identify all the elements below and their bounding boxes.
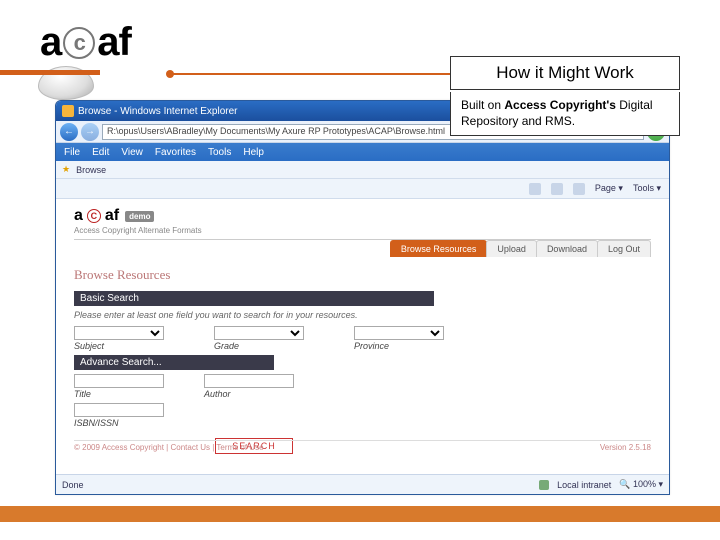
menu-file[interactable]: File	[64, 147, 80, 158]
advance-fields-row2: ISBN/ISSN	[74, 403, 651, 428]
menu-favorites[interactable]: Favorites	[155, 147, 196, 158]
field-author: Author	[204, 374, 294, 399]
address-text: R:\opus\Users\ABradley\My Documents\My A…	[107, 126, 445, 136]
status-zone: Local intranet	[557, 480, 611, 490]
advance-search-header[interactable]: Advance Search...	[74, 355, 274, 370]
title-label: Title	[74, 389, 164, 399]
logo-letter-a: a	[40, 20, 61, 65]
tools-menu-label: Tools	[633, 183, 654, 193]
field-isbn: ISBN/ISSN	[74, 403, 164, 428]
field-subject: Subject	[74, 326, 164, 351]
feed-icon[interactable]	[551, 183, 563, 195]
app-logo-c-icon: C	[87, 209, 101, 223]
zoom-label[interactable]: 🔍 100% ▾	[619, 479, 663, 490]
forward-button[interactable]: →	[81, 123, 99, 141]
ie-window: Browse - Windows Internet Explorer ← → R…	[55, 100, 670, 495]
zoom-value: 100%	[633, 479, 656, 489]
page-title: Browse Resources	[74, 267, 651, 283]
app-footer: © 2009 Access Copyright | Contact Us | T…	[74, 440, 651, 452]
ie-links-bar: ★ Browse	[56, 161, 669, 179]
menu-view[interactable]: View	[121, 147, 143, 158]
status-right: Local intranet 🔍 100% ▾	[539, 479, 663, 490]
basic-search-hint: Please enter at least one field you want…	[74, 310, 651, 320]
ie-statusbar: Done Local intranet 🔍 100% ▾	[56, 474, 669, 494]
tab-download[interactable]: Download	[536, 240, 598, 257]
home-icon[interactable]	[529, 183, 541, 195]
page-content: a C af demo Access Copyright Alternate F…	[56, 199, 669, 474]
subhead-bold: Access Copyright's	[504, 98, 616, 112]
tab-label[interactable]: Browse	[76, 165, 106, 175]
tab-upload[interactable]: Upload	[486, 240, 537, 257]
demo-badge: demo	[125, 211, 154, 222]
author-label: Author	[204, 389, 294, 399]
subject-label: Subject	[74, 341, 164, 351]
page-menu-label: Page	[595, 183, 616, 193]
page-menu[interactable]: Page ▾	[595, 183, 623, 194]
app-logo: a C af demo	[74, 207, 651, 225]
province-select[interactable]	[354, 326, 444, 340]
isbn-input[interactable]	[74, 403, 164, 417]
app-logo-af: af	[105, 207, 119, 225]
ie-icon	[62, 105, 74, 117]
app-tagline: Access Copyright Alternate Formats	[74, 226, 651, 235]
headline-box: How it Might Work	[450, 56, 680, 90]
footer-left[interactable]: © 2009 Access Copyright | Contact Us | T…	[74, 443, 264, 452]
zone-icon	[539, 480, 549, 490]
basic-fields-row: Subject Grade Province	[74, 326, 651, 351]
ie-command-bar: Page ▾ Tools ▾	[56, 179, 669, 199]
subject-select[interactable]	[74, 326, 164, 340]
subhead-pre: Built on	[461, 98, 504, 112]
copyright-circle-icon: c	[63, 27, 95, 59]
field-grade: Grade	[214, 326, 304, 351]
grade-select[interactable]	[214, 326, 304, 340]
basic-search-header: Basic Search	[74, 291, 434, 306]
footer-right: Version 2.5.18	[600, 443, 651, 452]
field-province: Province	[354, 326, 444, 351]
app-logo-a: a	[74, 207, 83, 225]
bottom-accent-stripe	[0, 506, 720, 522]
acaf-logo: a c af	[40, 20, 131, 65]
subhead-box: Built on Access Copyright's Digital Repo…	[450, 92, 680, 136]
menu-edit[interactable]: Edit	[92, 147, 109, 158]
grade-label: Grade	[214, 341, 304, 351]
app-nav: Browse Resources Upload Download Log Out	[74, 239, 651, 257]
isbn-label: ISBN/ISSN	[74, 418, 164, 428]
tab-logout[interactable]: Log Out	[597, 240, 651, 257]
advance-fields-row1: Title Author	[74, 374, 651, 399]
accent-bar-thick	[0, 70, 100, 75]
province-label: Province	[354, 341, 444, 351]
window-title: Browse - Windows Internet Explorer	[78, 106, 238, 117]
title-input[interactable]	[74, 374, 164, 388]
author-input[interactable]	[204, 374, 294, 388]
back-button[interactable]: ←	[60, 123, 78, 141]
status-left: Done	[62, 480, 84, 490]
logo-letters-af: af	[97, 20, 131, 65]
print-icon[interactable]	[573, 183, 585, 195]
tools-menu[interactable]: Tools ▾	[633, 183, 661, 194]
field-title: Title	[74, 374, 164, 399]
ie-menubar: File Edit View Favorites Tools Help	[56, 143, 669, 161]
tab-browse[interactable]: Browse Resources	[390, 240, 488, 257]
headline-text: How it Might Work	[496, 63, 634, 82]
menu-help[interactable]: Help	[243, 147, 264, 158]
star-icon[interactable]: ★	[62, 164, 70, 175]
menu-tools[interactable]: Tools	[208, 147, 231, 158]
